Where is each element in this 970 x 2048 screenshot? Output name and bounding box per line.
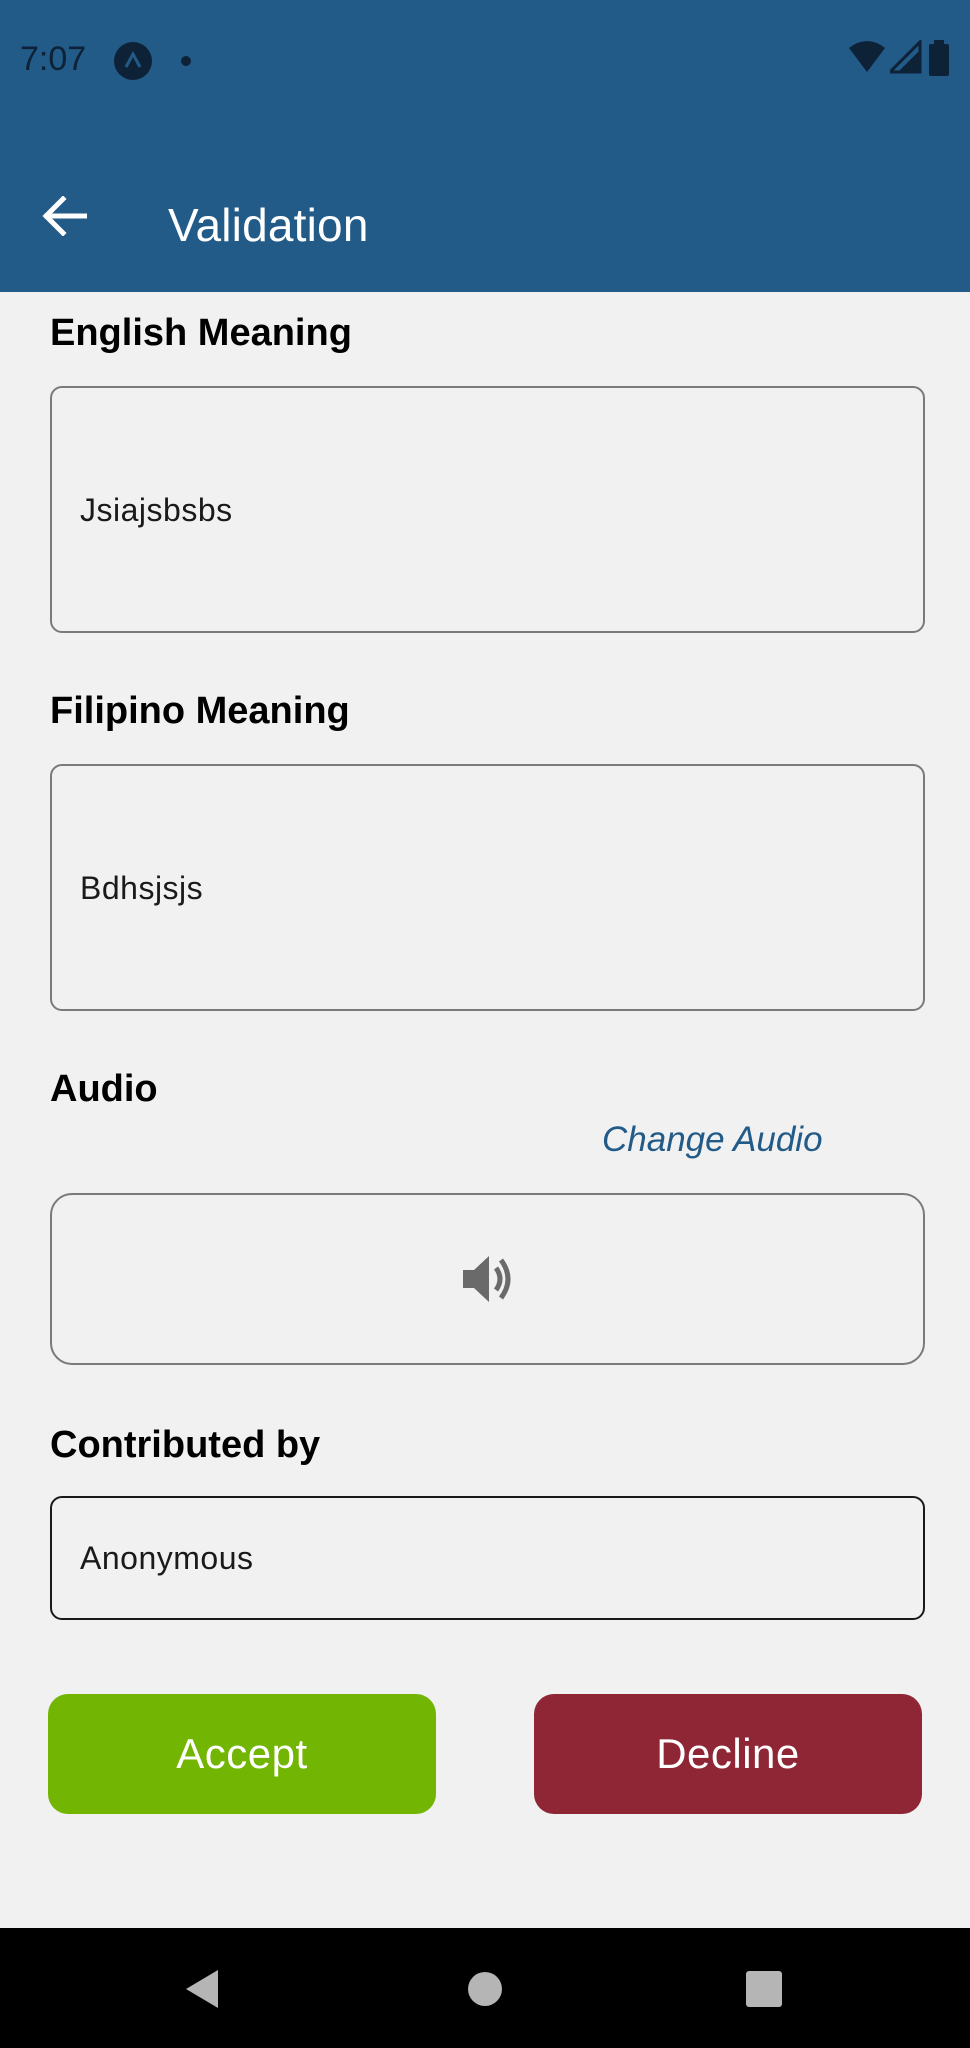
dot-icon (181, 56, 191, 66)
app-notification-icon (114, 42, 152, 80)
back-button[interactable] (30, 182, 98, 250)
decline-button[interactable]: Decline (534, 1694, 922, 1814)
audio-player[interactable] (50, 1193, 925, 1365)
signal-icon (889, 40, 922, 74)
filipino-meaning-field[interactable]: Bdhsjsjs (50, 764, 925, 1011)
accept-button[interactable]: Accept (48, 1694, 436, 1814)
filipino-meaning-value: Bdhsjsjs (80, 870, 204, 906)
toolbar: Validation (0, 160, 970, 292)
contributed-by-label: Contributed by (50, 1424, 321, 1466)
arrow-left-icon (42, 196, 87, 236)
english-meaning-field[interactable]: Jsiajsbsbs (50, 386, 925, 633)
back-triangle-icon[interactable] (182, 1968, 222, 2010)
status-bar: 7:07 (0, 0, 970, 124)
status-time: 7:07 (20, 40, 87, 78)
contributor-field[interactable]: Anonymous (50, 1496, 925, 1620)
recents-square-icon[interactable] (744, 1968, 784, 2010)
app-bar: 7:07 Validation (0, 0, 970, 292)
english-meaning-value: Jsiajsbsbs (80, 492, 233, 528)
status-icons (849, 40, 952, 80)
english-meaning-label: English Meaning (50, 312, 352, 354)
wifi-icon (849, 41, 886, 72)
audio-label: Audio (50, 1068, 158, 1110)
battery-icon (929, 40, 949, 76)
filipino-meaning-label: Filipino Meaning (50, 690, 350, 732)
contributor-value: Anonymous (80, 1540, 254, 1576)
change-audio-link[interactable]: Change Audio (602, 1120, 823, 1160)
page-title: Validation (168, 199, 369, 251)
speaker-icon[interactable] (461, 1253, 515, 1305)
navigation-bar (0, 1928, 970, 2048)
home-circle-icon[interactable] (466, 1968, 504, 2010)
